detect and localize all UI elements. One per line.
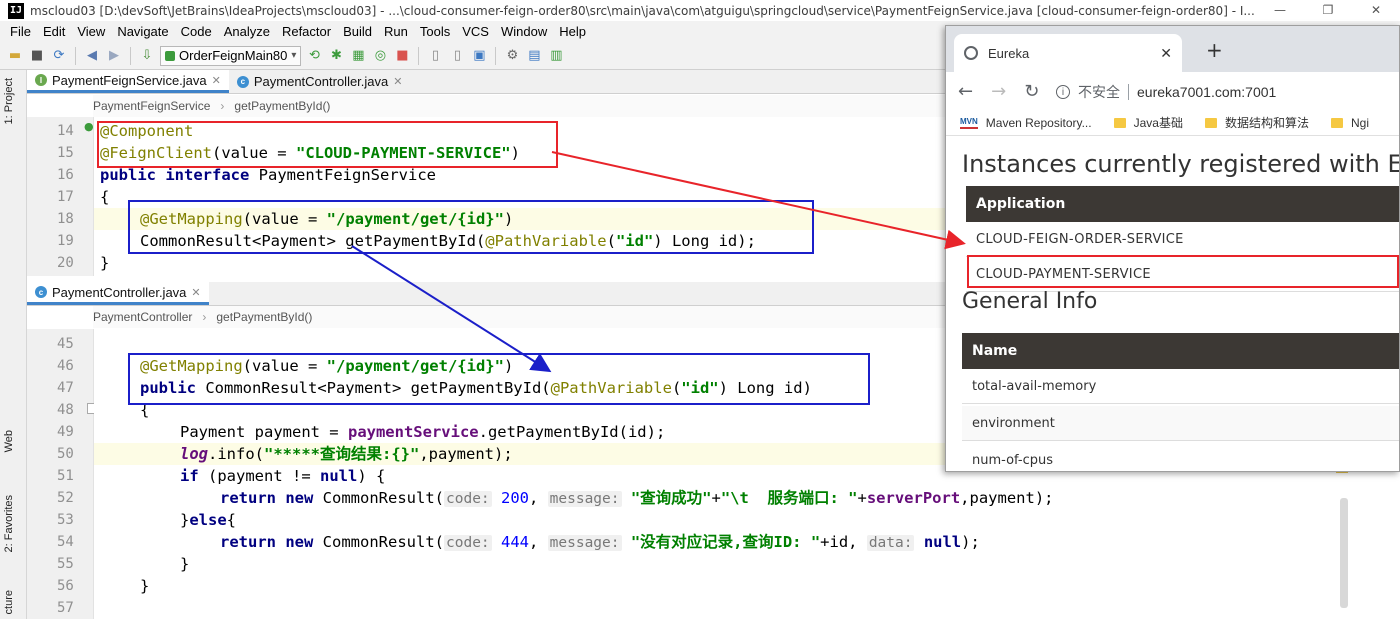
red-arrow: [551, 151, 966, 250]
blue-arrow: [351, 245, 552, 373]
annotation-arrows: [351, 151, 966, 373]
